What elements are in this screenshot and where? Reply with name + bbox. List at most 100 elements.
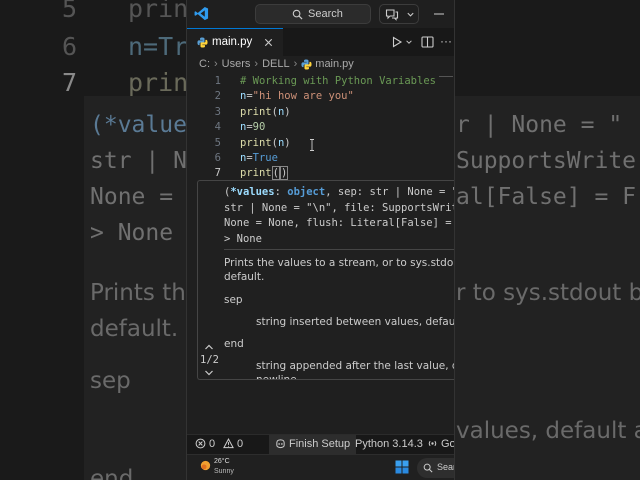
search-icon <box>423 463 433 473</box>
tab-main-py[interactable]: main.py <box>187 28 283 56</box>
backdrop-doc: Prints th <box>90 280 186 306</box>
code-text: # Working with Python Variables <box>240 75 436 87</box>
doc-summary: default. <box>224 271 265 283</box>
signature-token: : <box>274 186 288 198</box>
temperature: 26°C <box>214 458 230 465</box>
code-text: n=True <box>240 152 278 164</box>
problems-warnings[interactable]: 0 <box>223 438 243 453</box>
search-icon <box>292 9 303 20</box>
signature-token: , sep: str | None = " <box>325 186 455 198</box>
docstring: Prints the values to a stream, or to sys… <box>224 255 454 379</box>
backdrop-line-number: 7 <box>62 68 78 97</box>
doc-param-desc: newline <box>256 374 297 380</box>
run-python-file-icon[interactable] <box>391 36 403 48</box>
hover-tooltip[interactable]: (*values: object, sep: str | None = " str… <box>197 180 455 380</box>
code-line[interactable]: 6 n=True <box>187 151 454 166</box>
code-text: print(n) <box>240 137 291 149</box>
chevron-right-icon: › <box>254 58 259 71</box>
signature-token: object <box>287 186 326 198</box>
finish-setup-button[interactable]: Finish Setup <box>269 435 357 455</box>
warning-count: 0 <box>237 438 244 450</box>
status-bar: 0 0 Finish Setup Python 3.14.3 Go <box>187 434 454 455</box>
python-interpreter-selector[interactable]: Python 3.14.3 <box>355 438 423 453</box>
code-token: ( <box>271 166 280 181</box>
backdrop-sig: al[False] = F <box>456 184 637 210</box>
code-line[interactable]: 3 print(n) <box>187 105 454 120</box>
chevron-down-icon[interactable] <box>204 369 214 377</box>
windows-taskbar: 26°C Sunny Search <box>187 454 454 480</box>
split-editor-icon[interactable] <box>421 36 434 48</box>
warning-icon <box>223 438 234 449</box>
problems-errors[interactable]: 0 <box>195 438 215 453</box>
code-text: print(n) <box>240 106 291 118</box>
line-number: 2 <box>214 90 221 103</box>
function-signature: (*values: object, sep: str | None = " str… <box>224 185 455 247</box>
backdrop-line-number: 5 <box>62 0 78 23</box>
line-number: 1 <box>214 75 221 87</box>
more-actions-button[interactable]: ··· <box>440 34 452 48</box>
doc-param-desc: string appended after the last value, de… <box>256 360 455 372</box>
line-number: 5 <box>214 136 221 149</box>
signature-token: *values <box>230 186 275 198</box>
backdrop-doc: sep <box>90 368 131 394</box>
copilot-icon <box>276 439 285 449</box>
line-number: 7 <box>214 167 221 180</box>
code-text: n=90 <box>240 121 265 133</box>
code-line[interactable]: 2 n="hi how are you" <box>187 89 454 104</box>
error-icon <box>195 438 206 449</box>
code-line[interactable]: 4 n=90 <box>187 120 454 135</box>
code-text: n="hi how are you" <box>240 90 354 102</box>
search-label: Search <box>308 8 343 20</box>
minimize-window-icon[interactable] <box>431 6 447 22</box>
overload-pager: 1/2 <box>198 343 222 379</box>
line-number: 6 <box>214 152 221 164</box>
line-number: 4 <box>214 121 221 134</box>
tab-label: main.py <box>212 36 253 48</box>
copilot-chat-button[interactable] <box>379 4 419 24</box>
backdrop-code: prin <box>128 68 189 97</box>
chevron-up-icon[interactable] <box>204 343 214 351</box>
chevron-down-icon[interactable] <box>405 38 413 46</box>
chevron-down-icon[interactable] <box>406 10 415 19</box>
windows-start-icon[interactable] <box>395 460 409 474</box>
doc-param-name: sep <box>224 294 243 306</box>
signature-token: > None <box>224 232 262 245</box>
close-icon[interactable] <box>263 37 274 48</box>
breadcrumb-item[interactable]: DELL <box>262 58 290 70</box>
error-count: 0 <box>209 438 216 450</box>
vscode-window: Search main.py ··· C: › Users › DELL › m… <box>186 0 455 480</box>
python-version: Python 3.14.3 <box>355 438 423 450</box>
backdrop-sig: None = <box>90 184 174 210</box>
signature-line: None = None, flush: Literal[False] = F <box>224 216 455 232</box>
taskbar-search[interactable]: Search <box>417 458 454 478</box>
code-line[interactable]: 1 # Working with Python Variables <box>187 74 454 89</box>
backdrop-sig: (*value <box>90 112 187 138</box>
go-live-button[interactable]: Go <box>427 438 454 453</box>
code-line[interactable]: 5 print(n) <box>187 136 454 151</box>
breadcrumb-item[interactable]: Users <box>222 58 251 70</box>
code-editor[interactable]: 1 # Working with Python Variables 2 n="hi h… <box>187 72 454 181</box>
vscode-logo-icon[interactable] <box>194 6 209 21</box>
backdrop-code: prin <box>128 0 189 23</box>
chevron-right-icon: › <box>293 58 298 71</box>
backdrop-doc: r to sys.stdout by <box>456 280 640 306</box>
backdrop-doc: values, default a <box>456 418 640 444</box>
divider <box>224 249 454 250</box>
title-bar: Search <box>187 0 454 28</box>
chat-icon <box>385 9 399 21</box>
backdrop-sig: str | N <box>90 148 187 174</box>
code-token: ) <box>284 136 291 149</box>
signature-token: None = None, flush: Literal[False] = F <box>224 217 455 229</box>
breadcrumb-item[interactable]: C: <box>199 58 210 70</box>
code-token: ) <box>279 166 289 181</box>
breadcrumb-item[interactable]: main.py <box>315 58 354 70</box>
code-token: print <box>240 136 272 149</box>
python-file-icon <box>301 59 312 70</box>
overload-counter: 1/2 <box>200 354 219 366</box>
line-number: 3 <box>214 105 221 118</box>
code-token: print <box>240 105 272 118</box>
sun-icon <box>200 460 211 471</box>
command-center-search[interactable]: Search <box>255 4 371 24</box>
backdrop-sig: SupportsWrite <box>456 148 637 174</box>
taskbar-search-label: Search <box>437 462 454 472</box>
